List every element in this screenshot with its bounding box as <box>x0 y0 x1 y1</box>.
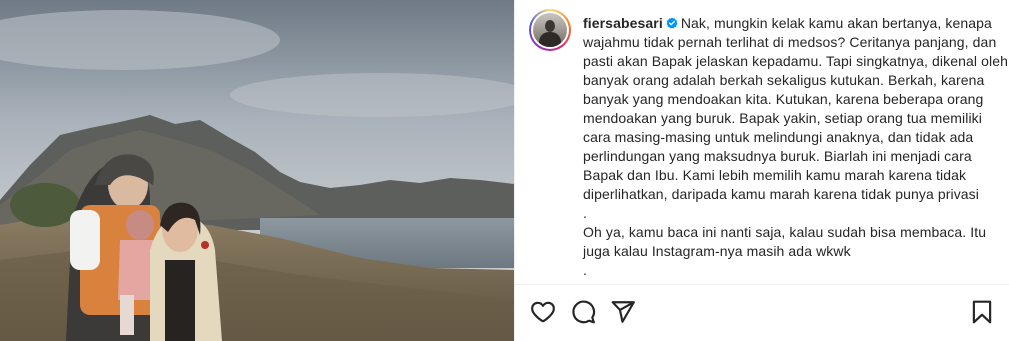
username-link[interactable]: fiersabesari <box>583 15 663 31</box>
instagram-post: fiersabesari Nak, mungkin kelak kamu akan… <box>0 0 1009 341</box>
avatar-head <box>545 20 555 32</box>
share-icon[interactable] <box>610 299 636 325</box>
post-side-panel: fiersabesari Nak, mungkin kelak kamu akan… <box>514 0 1009 341</box>
avatar-shoulders <box>539 32 561 47</box>
comment-icon[interactable] <box>570 299 596 325</box>
bookmark-icon[interactable] <box>969 299 995 325</box>
caption-text: fiersabesari Nak, mungkin kelak kamu akan… <box>583 14 1009 280</box>
post-photo[interactable] <box>0 0 514 341</box>
avatar-border <box>531 11 569 49</box>
photo-image <box>0 0 514 341</box>
avatar-image <box>533 13 567 47</box>
post-caption: fiersabesari Nak, mungkin kelak kamu akan… <box>529 9 1009 289</box>
post-actions <box>515 284 1009 341</box>
avatar[interactable] <box>529 9 571 51</box>
verified-badge-icon <box>666 15 678 29</box>
caption-body: Nak, mungkin kelak kamu akan bertanya, k… <box>583 15 1008 278</box>
heart-icon[interactable] <box>530 299 556 325</box>
